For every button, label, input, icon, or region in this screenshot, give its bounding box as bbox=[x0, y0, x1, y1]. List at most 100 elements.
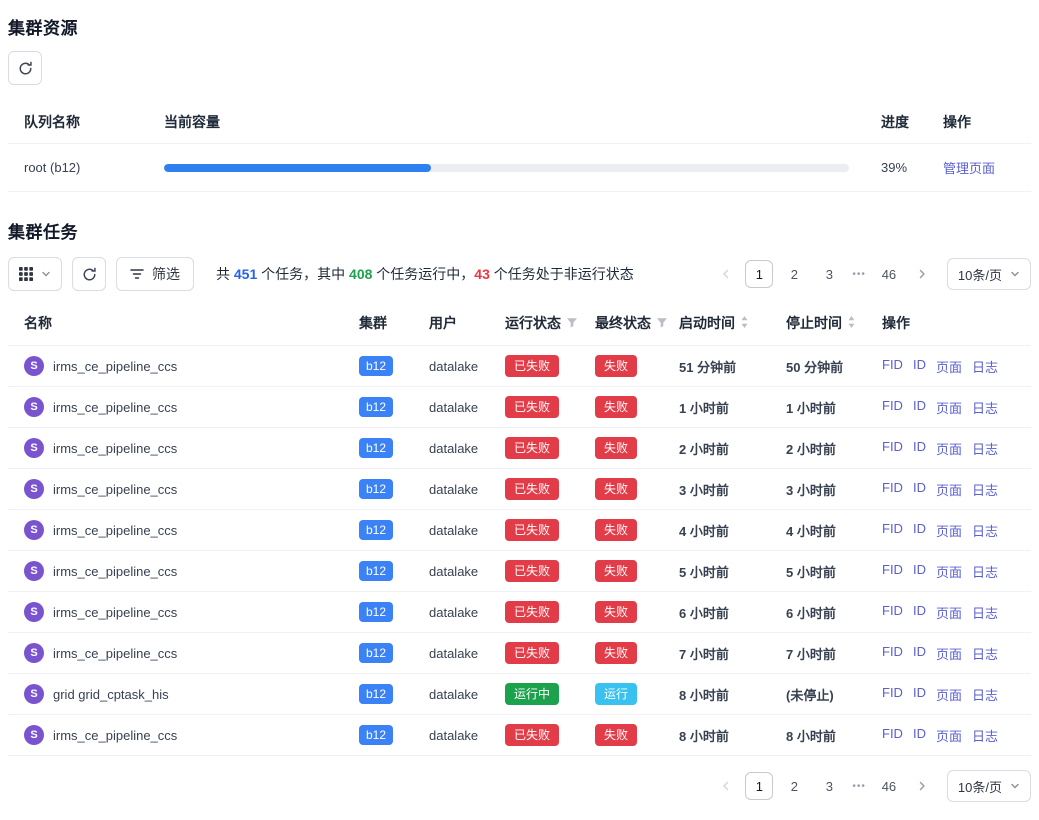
page: 集群资源 队列名称 当前容量 进度 操作 bbox=[0, 0, 1039, 820]
task-name: irms_ce_pipeline_ccs bbox=[53, 605, 177, 620]
page-size-select[interactable]: 10条/页 bbox=[947, 770, 1031, 802]
action-link-id[interactable]: ID bbox=[913, 480, 926, 499]
resources-refresh-button[interactable] bbox=[8, 51, 42, 85]
action-link-页面[interactable]: 页面 bbox=[936, 521, 962, 540]
task-action-cell: FID ID 页面日志 bbox=[866, 469, 1031, 510]
task-row: Sirms_ce_pipeline_ccsb12datalake已失败失败2 小… bbox=[8, 428, 1031, 469]
prev-page-button[interactable] bbox=[714, 772, 738, 800]
col-label: 名称 bbox=[24, 315, 52, 331]
final-status-cell: 失败 bbox=[579, 346, 663, 387]
action-link-id[interactable]: ID bbox=[913, 685, 926, 704]
action-link-id[interactable]: ID bbox=[913, 603, 926, 622]
page-button-3[interactable]: 3 bbox=[815, 260, 843, 288]
cluster-cell: b12 bbox=[343, 428, 413, 469]
action-link-日志[interactable]: 日志 bbox=[972, 685, 998, 704]
tasks-refresh-button[interactable] bbox=[72, 257, 106, 291]
task-row: Sirms_ce_pipeline_ccsb12datalake已失败失败8 小… bbox=[8, 715, 1031, 756]
cluster-cell: b12 bbox=[343, 469, 413, 510]
action-link-日志[interactable]: 日志 bbox=[972, 480, 998, 499]
filter-button[interactable]: 筛选 bbox=[116, 257, 194, 291]
action-link-id[interactable]: ID bbox=[913, 726, 926, 745]
col-resource-action: 操作 bbox=[927, 101, 1031, 144]
action-link-id[interactable]: ID bbox=[913, 644, 926, 663]
filter-funnel-icon[interactable] bbox=[656, 317, 668, 329]
action-link-id[interactable]: ID bbox=[913, 439, 926, 458]
action-link-fid[interactable]: FID bbox=[882, 562, 903, 581]
row-actions: FID ID 页面日志 bbox=[882, 644, 1015, 663]
page-size-label: 10条/页 bbox=[958, 777, 1002, 796]
action-link-fid[interactable]: FID bbox=[882, 480, 903, 499]
action-link-日志[interactable]: 日志 bbox=[972, 726, 998, 745]
action-link-页面[interactable]: 页面 bbox=[936, 726, 962, 745]
action-link-页面[interactable]: 页面 bbox=[936, 439, 962, 458]
action-link-日志[interactable]: 日志 bbox=[972, 357, 998, 376]
sort-icon[interactable] bbox=[847, 315, 856, 329]
action-link-页面[interactable]: 页面 bbox=[936, 685, 962, 704]
action-link-fid[interactable]: FID bbox=[882, 398, 903, 417]
page-button-2[interactable]: 2 bbox=[780, 260, 808, 288]
stop-time: (未停止) bbox=[770, 674, 866, 715]
action-link-fid[interactable]: FID bbox=[882, 685, 903, 704]
task-row: Sirms_ce_pipeline_ccsb12datalake已失败失败51 … bbox=[8, 346, 1031, 387]
column-settings-button[interactable] bbox=[8, 257, 62, 291]
action-link-页面[interactable]: 页面 bbox=[936, 480, 962, 499]
task-name: irms_ce_pipeline_ccs bbox=[53, 441, 177, 456]
action-link-fid[interactable]: FID bbox=[882, 726, 903, 745]
task-name-cell: Sirms_ce_pipeline_ccs bbox=[8, 715, 343, 756]
page-button-1[interactable]: 1 bbox=[745, 260, 773, 288]
action-link-页面[interactable]: 页面 bbox=[936, 357, 962, 376]
action-link-id[interactable]: ID bbox=[913, 357, 926, 376]
prev-page-button[interactable] bbox=[714, 260, 738, 288]
action-link-id[interactable]: ID bbox=[913, 562, 926, 581]
user-cell: datalake bbox=[413, 510, 489, 551]
action-link-日志[interactable]: 日志 bbox=[972, 644, 998, 663]
page-button-3[interactable]: 3 bbox=[815, 772, 843, 800]
action-link-fid[interactable]: FID bbox=[882, 603, 903, 622]
user-cell: datalake bbox=[413, 715, 489, 756]
run-status-cell: 已失败 bbox=[489, 387, 579, 428]
cluster-resources-section: 集群资源 队列名称 当前容量 进度 操作 bbox=[8, 14, 1031, 192]
action-link-fid[interactable]: FID bbox=[882, 357, 903, 376]
action-link-fid[interactable]: FID bbox=[882, 521, 903, 540]
action-link-日志[interactable]: 日志 bbox=[972, 439, 998, 458]
summary-text: 个任务运行中， bbox=[372, 266, 474, 282]
task-action-cell: FID ID 页面日志 bbox=[866, 510, 1031, 551]
action-link-页面[interactable]: 页面 bbox=[936, 644, 962, 663]
action-link-fid[interactable]: FID bbox=[882, 439, 903, 458]
run-status-cell: 已失败 bbox=[489, 346, 579, 387]
refresh-icon bbox=[82, 267, 97, 282]
action-link-页面[interactable]: 页面 bbox=[936, 398, 962, 417]
next-page-button[interactable] bbox=[910, 772, 934, 800]
action-link-日志[interactable]: 日志 bbox=[972, 562, 998, 581]
action-link-日志[interactable]: 日志 bbox=[972, 603, 998, 622]
next-page-button[interactable] bbox=[910, 260, 934, 288]
task-name-cell: Sgrid grid_cptask_his bbox=[8, 674, 343, 715]
chevron-down-icon bbox=[41, 269, 51, 279]
tasks-toolbar: 筛选 共 451 个任务，其中 408 个任务运行中，43 个任务处于非运行状态… bbox=[8, 257, 1031, 291]
cluster-cell: b12 bbox=[343, 551, 413, 592]
action-link-日志[interactable]: 日志 bbox=[972, 521, 998, 540]
sort-icon[interactable] bbox=[740, 315, 749, 329]
action-link-页面[interactable]: 页面 bbox=[936, 603, 962, 622]
page-button-1[interactable]: 1 bbox=[745, 772, 773, 800]
page-button-46[interactable]: 46 bbox=[875, 260, 903, 288]
action-link-id[interactable]: ID bbox=[913, 521, 926, 540]
page-button-2[interactable]: 2 bbox=[780, 772, 808, 800]
filter-funnel-icon[interactable] bbox=[566, 317, 578, 329]
action-link-日志[interactable]: 日志 bbox=[972, 398, 998, 417]
col-task-action: 操作 bbox=[866, 303, 1031, 346]
action-link-id[interactable]: ID bbox=[913, 398, 926, 417]
manage-page-link[interactable]: 管理页面 bbox=[943, 161, 995, 176]
page-size-select[interactable]: 10条/页 bbox=[947, 258, 1031, 290]
summary-text: 共 bbox=[216, 266, 234, 282]
run-status-cell: 已失败 bbox=[489, 428, 579, 469]
spark-avatar-icon: S bbox=[24, 643, 44, 663]
col-label: 运行状态 bbox=[505, 315, 561, 331]
action-link-页面[interactable]: 页面 bbox=[936, 562, 962, 581]
action-link-fid[interactable]: FID bbox=[882, 644, 903, 663]
resources-section-title: 集群资源 bbox=[8, 14, 1031, 39]
task-name: irms_ce_pipeline_ccs bbox=[53, 482, 177, 497]
page-button-46[interactable]: 46 bbox=[875, 772, 903, 800]
run-status-cell: 已失败 bbox=[489, 715, 579, 756]
run-status-badge: 已失败 bbox=[505, 478, 559, 500]
